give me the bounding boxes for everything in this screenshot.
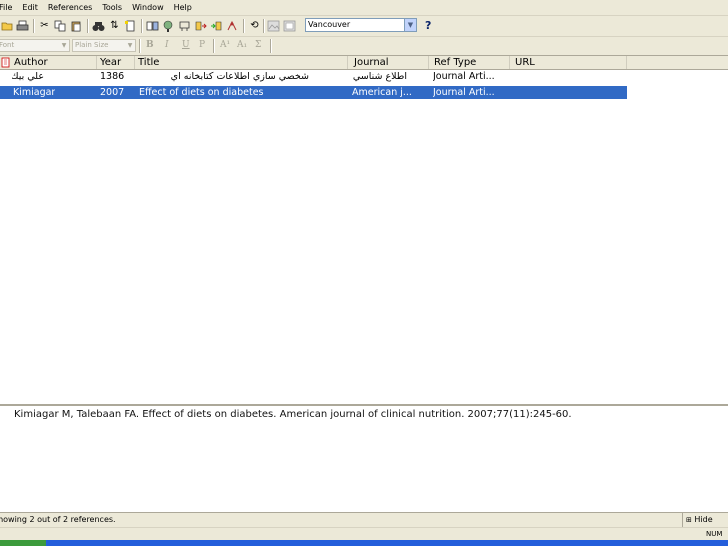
- online-search-icon[interactable]: [162, 19, 175, 32]
- num-lock-indicator: NUM: [706, 530, 723, 538]
- output-style-select[interactable]: Vancouver ▼: [305, 18, 417, 32]
- attachment-icon: [0, 56, 10, 69]
- symbol-button[interactable]: Σ: [255, 40, 261, 50]
- chevron-down-icon: ▼: [61, 42, 67, 49]
- cell-ref-type: Journal Arti...: [433, 87, 495, 98]
- connect-icon[interactable]: [178, 19, 191, 32]
- sync-icon[interactable]: ⟲: [248, 19, 261, 32]
- cell-author: علي بيك: [12, 71, 44, 82]
- column-author[interactable]: Author: [11, 56, 97, 69]
- chevron-down-icon[interactable]: ▼: [404, 19, 416, 31]
- cut-icon[interactable]: ✂: [38, 19, 51, 32]
- cell-ref-type: Journal Arti...: [433, 71, 495, 82]
- status-text: Showing 2 out of 2 references.: [0, 515, 116, 524]
- cell-title: Effect of diets on diabetes: [139, 87, 264, 98]
- menu-file[interactable]: File: [0, 0, 17, 15]
- insert-figure-icon[interactable]: [267, 19, 280, 32]
- menu-window[interactable]: Window: [127, 0, 169, 15]
- status-indicators: NUM: [0, 527, 728, 540]
- table-row[interactable]: علي بيك 1386 شخصي سازي اطلاعات كتابخانه …: [0, 70, 627, 83]
- column-ref-type[interactable]: Ref Type: [429, 56, 510, 69]
- reference-list-header: Author Year Title Journal Ref Type URL: [0, 56, 728, 70]
- bold-button[interactable]: B: [146, 40, 154, 50]
- cell-author: Kimiagar: [13, 87, 56, 98]
- italic-button[interactable]: I: [165, 40, 169, 50]
- open-folder-icon[interactable]: [1, 19, 14, 32]
- reference-list: Author Year Title Journal Ref Type URL ع…: [0, 56, 728, 396]
- menu-bar: File Edit References Tools Window Help: [0, 0, 728, 16]
- cell-year: 1386: [100, 71, 125, 82]
- column-url[interactable]: URL: [510, 56, 627, 69]
- font-select[interactable]: Font ▼: [0, 39, 70, 52]
- export-icon[interactable]: [210, 19, 223, 32]
- status-bar: Showing 2 out of 2 references. ⊞ Hide Pr…: [0, 512, 728, 541]
- new-reference-icon[interactable]: [124, 19, 137, 32]
- help-button[interactable]: ?: [425, 19, 431, 32]
- preview-pane: Kimiagar M, Talebaan FA. Effect of diets…: [0, 404, 728, 514]
- menu-tools[interactable]: Tools: [97, 0, 127, 15]
- size-select[interactable]: Plain Size ▼: [72, 39, 136, 52]
- cell-title: شخصي سازي اطلاعات كتابخانه اي: [170, 71, 309, 82]
- cell-journal: اطلاع شناسي: [352, 71, 407, 82]
- menu-references[interactable]: References: [43, 0, 97, 15]
- column-year[interactable]: Year: [97, 56, 135, 69]
- print-icon[interactable]: [16, 19, 29, 32]
- plain-button[interactable]: P: [199, 40, 205, 50]
- hide-preview-icon: ⊞: [686, 516, 692, 524]
- share-icon[interactable]: [226, 19, 239, 32]
- import-icon[interactable]: [194, 19, 207, 32]
- subscript-button[interactable]: A₁: [237, 40, 247, 50]
- insert-table-icon[interactable]: [283, 19, 296, 32]
- start-button[interactable]: [0, 540, 46, 546]
- chevron-down-icon: ▼: [127, 42, 133, 49]
- sort-icon[interactable]: ⇅: [108, 19, 121, 32]
- table-row-selected[interactable]: Kimiagar 2007 Effect of diets on diabete…: [0, 86, 627, 99]
- menu-help[interactable]: Help: [169, 0, 197, 15]
- cell-journal: American j...: [352, 87, 412, 98]
- column-journal[interactable]: Journal: [348, 56, 429, 69]
- size-select-value: Plain Size: [75, 41, 109, 49]
- superscript-button[interactable]: A¹: [220, 40, 230, 50]
- library-window-icon[interactable]: [146, 19, 159, 32]
- menu-edit[interactable]: Edit: [17, 0, 43, 15]
- column-title[interactable]: Title: [135, 56, 348, 69]
- underline-button[interactable]: U: [182, 40, 190, 50]
- cell-year: 2007: [100, 87, 125, 98]
- paste-icon[interactable]: [70, 19, 83, 32]
- font-select-value: Font: [0, 41, 15, 49]
- output-style-value: Vancouver: [308, 20, 351, 29]
- preview-citation: Kimiagar M, Talebaan FA. Effect of diets…: [14, 409, 572, 420]
- find-binoculars-icon[interactable]: [92, 19, 105, 32]
- taskbar: [0, 540, 728, 546]
- copy-icon[interactable]: [54, 19, 67, 32]
- format-toolbar: Font ▼ Plain Size ▼ B I U P A¹ A₁ Σ: [0, 37, 728, 56]
